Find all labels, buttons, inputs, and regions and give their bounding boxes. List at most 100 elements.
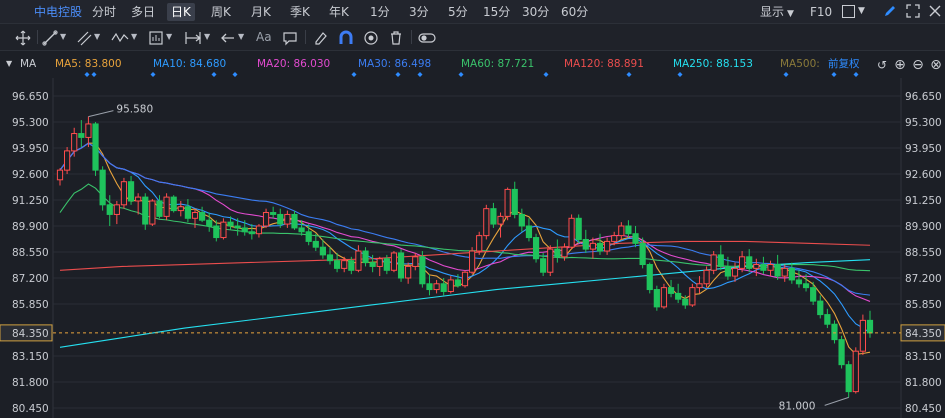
pen-icon[interactable] [883,4,897,18]
adjust-mode-button[interactable]: 前复权 [828,56,860,72]
candle [92,122,99,176]
event-marker-icon [150,72,156,77]
y-tick-label: 96.650 [12,91,49,103]
event-marker-icon [84,72,90,77]
chevron-down-icon[interactable]: ▼ [204,28,210,46]
candle [85,116,92,148]
candle [504,187,511,221]
tab-60min[interactable]: 60分 [557,3,592,21]
event-marker-icon [232,72,238,77]
candle [511,181,518,219]
candle [184,199,191,223]
y-tick-label: 95.300 [905,117,942,129]
event-marker-icon [543,72,549,77]
high-label: 95.580 [116,104,153,116]
tab-monthly-k[interactable]: 月K [247,3,275,21]
f10-button[interactable]: F10 [806,3,836,21]
chevron-down-icon[interactable]: ▼ [94,28,100,46]
candle [390,251,398,273]
close-icon[interactable]: ⊗ [928,57,944,73]
candle [284,210,291,228]
indicator-name[interactable]: MA [20,56,36,72]
toggle-icon[interactable] [418,30,436,46]
candle [469,247,476,275]
text-icon[interactable]: Aa [256,28,272,46]
tab-30min[interactable]: 30分 [518,3,553,21]
current-price-label: 84.350 [905,328,942,340]
trash-icon[interactable] [388,30,404,46]
candle [845,360,852,398]
y-tick-label: 80.450 [12,403,49,415]
candle [525,218,533,242]
y-tick-label: 92.600 [905,169,942,181]
range-icon[interactable] [184,30,202,46]
ma5-label: MA5: 83.800 [55,58,122,70]
wave-icon[interactable] [111,30,129,46]
channel-icon[interactable] [76,30,92,46]
candle [625,220,632,238]
move-icon[interactable] [15,30,31,46]
tab-15min[interactable]: 15分 [479,3,514,21]
candle [476,231,483,255]
comment-icon[interactable] [282,30,298,46]
line-icon[interactable] [42,30,58,46]
eraser-icon[interactable] [313,30,329,46]
candle [433,279,440,294]
chevron-down-icon[interactable]: ▼ [60,28,66,46]
event-marker-icon [831,72,837,77]
y-tick-label: 88.550 [905,247,942,259]
candle [113,200,120,225]
candle [817,295,824,319]
magnet-icon[interactable] [338,30,354,46]
ma500-label: MA500: [780,58,820,70]
tab-multiday[interactable]: 多日 [127,3,159,21]
candlestick-chart[interactable]: 96.650 95.300 93.950 92.600 91.250 89.900 88.5… [0,78,945,418]
checkbox-icon[interactable] [842,5,855,18]
tab-3min[interactable]: 3分 [405,3,433,21]
ma60-label: MA60: 87.721 [461,58,535,70]
collapse-icon[interactable]: ▼ [6,59,12,68]
candle [746,249,753,273]
tab-5min[interactable]: 5分 [444,3,472,21]
display-dropdown[interactable]: 显示 ▼ [756,3,798,21]
tab-weekly-k[interactable]: 周K [207,3,235,21]
y-tick-label: 87.200 [905,273,942,285]
tab-yearly-k[interactable]: 年K [325,3,353,21]
candle [440,278,447,296]
y-tick-label: 93.950 [905,143,942,155]
expand-icon[interactable] [906,4,920,18]
measure-icon[interactable] [148,30,164,46]
moving-average-lines [59,142,871,355]
candle [270,206,277,219]
tab-1min[interactable]: 1分 [366,3,394,21]
close-icon[interactable] [928,4,942,18]
add-icon[interactable]: ⊕ [892,57,908,73]
candle [660,283,668,309]
y-tick-label: 81.800 [12,377,49,389]
candle [291,210,298,230]
chevron-down-icon[interactable]: ▼ [131,28,137,46]
y-tick-label: 91.250 [905,195,942,207]
candle [753,258,760,277]
y-tick-label: 83.150 [12,351,49,363]
tab-daily-k[interactable]: 日K [167,3,195,21]
indicator-bar: ▼ MA MA5: 83.800 MA10: 84.680 MA20: 86.0… [0,51,945,78]
chevron-down-icon[interactable]: ▼ [238,28,244,46]
eye-icon[interactable] [363,30,379,46]
tab-quarterly-k[interactable]: 季K [286,3,314,21]
undo-icon[interactable]: ↺ [874,57,890,73]
y-tick-label: 96.650 [905,91,942,103]
tab-intraday[interactable]: 分时 [88,3,120,21]
event-marker-icon [626,72,632,77]
candle [362,247,369,267]
divider [37,30,38,44]
candle [298,220,305,236]
arrow-left-icon[interactable] [220,30,236,46]
candle [127,175,135,205]
candle [689,283,696,307]
remove-icon[interactable]: ⊖ [910,57,926,73]
chevron-down-icon[interactable]: ▼ [858,6,865,16]
divider [411,30,412,44]
chevron-down-icon[interactable]: ▼ [166,28,172,46]
stock-name[interactable]: 中电控股 [30,3,86,21]
